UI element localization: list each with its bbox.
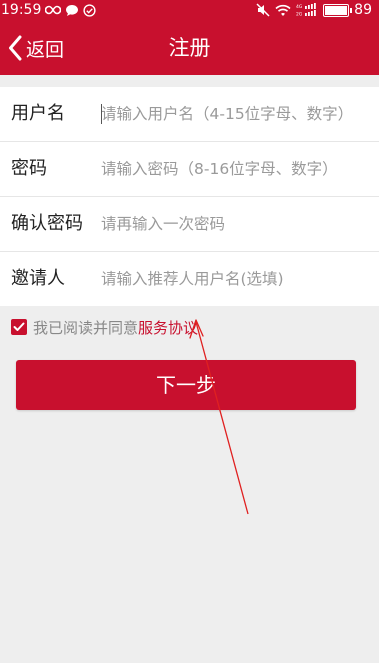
navbar: 返回 注册: [0, 20, 379, 75]
inviter-row: 邀请人: [0, 252, 379, 306]
confirm-password-row: 确认密码: [0, 197, 379, 252]
chevron-left-icon: [8, 35, 22, 61]
inviter-input[interactable]: [101, 262, 366, 296]
dual-signal-icon: 4G 2G: [296, 3, 318, 17]
service-agreement-link[interactable]: 服务协议: [138, 317, 198, 338]
confirm-password-input[interactable]: [101, 207, 366, 241]
svg-text:2G: 2G: [296, 12, 303, 18]
username-row: 用户名: [0, 87, 379, 142]
status-time: 19:59: [1, 2, 42, 18]
agreement-checkbox[interactable]: [11, 319, 27, 335]
app-header: 19:59 4G 2G 89 返回 注册: [0, 0, 379, 75]
mute-icon: [256, 3, 270, 17]
infinity-icon: [45, 5, 62, 15]
back-label: 返回: [26, 38, 65, 61]
next-step-button[interactable]: 下一步: [16, 360, 356, 410]
battery-icon: [323, 3, 353, 17]
agreement: 我已阅读并同意 服务协议: [11, 316, 198, 338]
back-button[interactable]: 返回: [8, 30, 64, 66]
status-bar-right: 4G 2G 89: [256, 0, 372, 20]
message-icon: [65, 4, 79, 17]
password-label: 密码: [11, 158, 47, 179]
svg-text:4G: 4G: [296, 4, 303, 10]
username-label: 用户名: [11, 103, 65, 124]
check-icon: [13, 322, 25, 331]
register-form: 用户名 密码 确认密码 邀请人: [0, 87, 379, 306]
check-circle-icon: [83, 3, 96, 17]
battery-level: 89: [354, 2, 372, 18]
agreement-text: 我已阅读并同意: [33, 318, 139, 337]
username-input[interactable]: [101, 97, 366, 131]
wifi-icon: [275, 4, 291, 17]
text-cursor: [101, 104, 102, 124]
password-input[interactable]: [101, 152, 366, 186]
inviter-label: 邀请人: [11, 268, 65, 289]
status-bar: 19:59 4G 2G 89: [0, 0, 379, 20]
password-row: 密码: [0, 142, 379, 197]
status-bar-left: 19:59: [1, 0, 96, 20]
confirm-password-label: 确认密码: [11, 213, 83, 234]
